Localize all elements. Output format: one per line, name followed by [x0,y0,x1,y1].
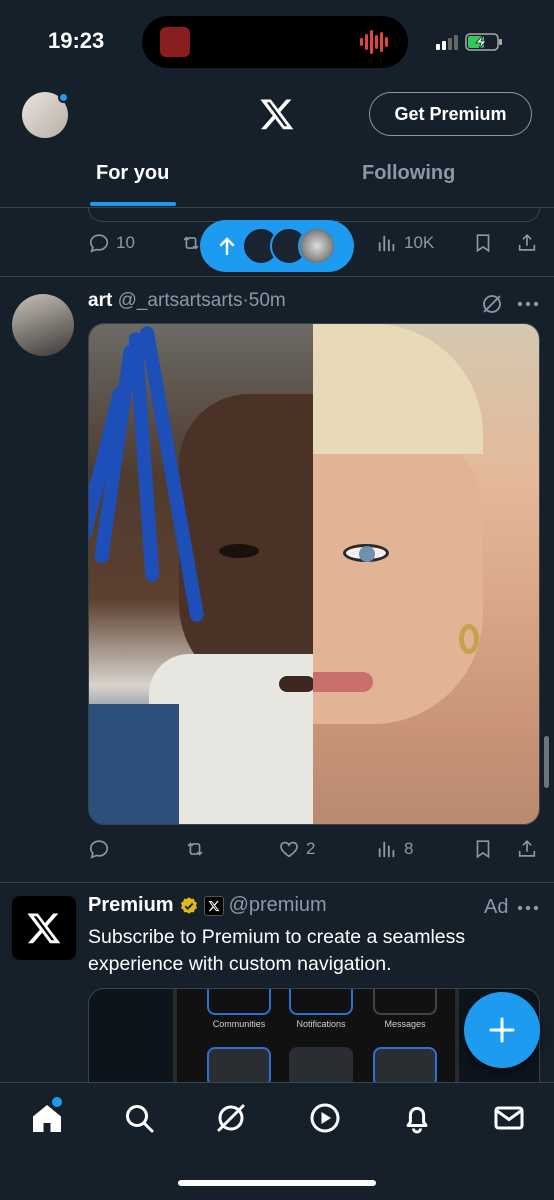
home-indicator[interactable] [178,1180,376,1186]
views-count: 8 [404,839,414,858]
tweet-author-avatar[interactable] [12,294,74,356]
tweet-author-handle[interactable]: @_artsartsarts [118,290,243,311]
eye-left [219,544,259,558]
ad-text: Subscribe to Premium to create a seamles… [88,926,466,975]
top-header: Get Premium For you Following [0,84,554,208]
feed-divider [0,276,554,277]
dynamic-island[interactable] [142,16,408,68]
status-bar: 19:23 [0,0,554,84]
like-count: 2 [306,839,316,858]
like-icon [280,841,298,858]
now-playing-artwork [160,27,190,57]
tab-following[interactable]: Following [362,162,455,185]
x-logo-icon [27,913,61,944]
tweet-header: art @_artsartsarts·50m [88,290,286,312]
search-icon [126,1105,154,1133]
ad-author-name[interactable]: Premium [88,894,174,917]
video-icon [310,1103,340,1133]
mock-tile [373,1047,437,1084]
tweet-image[interactable] [88,323,540,825]
bookmark-icon [476,234,490,253]
nav-messages[interactable] [492,1101,526,1135]
views-icon [378,235,395,252]
denim-jacket [89,704,179,824]
status-time: 19:23 [48,28,105,53]
ad-author-handle[interactable]: @premium [229,894,327,917]
lips-left [279,676,315,692]
plus-icon [489,1017,515,1043]
iris-right [359,546,375,562]
image-left-half [89,324,329,824]
tab-for-you[interactable]: For you [96,162,169,185]
bell-icon [406,1106,428,1134]
bookmark-button[interactable] [472,232,494,254]
compose-post-button[interactable] [464,992,540,1068]
face-left [179,394,329,694]
share-button[interactable] [516,232,538,254]
feed-divider [0,882,554,883]
reply-count: 10 [116,233,135,252]
nav-grok[interactable] [214,1101,248,1135]
views-icon [378,841,395,858]
lips-right [313,672,373,692]
nav-notifications[interactable] [400,1101,434,1135]
x-logo-icon[interactable] [259,96,295,132]
mail-icon [494,1106,524,1130]
mock-tile [289,989,353,1015]
arrow-up-icon [219,237,235,256]
retweet-button[interactable] [184,838,206,860]
mock-tile [373,989,437,1015]
mock-tile [207,1047,271,1084]
reply-button[interactable] [88,838,110,860]
ad-header: Premium @premium [88,894,327,917]
notification-dot [58,92,69,103]
tweet-timestamp[interactable]: 50m [249,290,286,311]
gold-earring [459,624,479,654]
retweet-button[interactable] [180,232,202,254]
status-icons [436,33,502,51]
nav-video[interactable] [308,1101,342,1135]
verified-badge-icon [180,896,197,914]
mock-tile [289,1047,353,1084]
phone-mockup: Communities Notifications Messages [173,989,459,1084]
audio-waveform-icon [360,30,388,54]
blonde-hair [313,324,483,454]
share-icon [518,234,536,251]
ad-label: Ad [484,896,509,918]
more-icon[interactable] [516,300,540,308]
share-icon [518,840,536,857]
grok-nav-icon [217,1104,245,1132]
new-post-avatar [298,227,336,265]
new-posts-pill[interactable] [200,220,354,272]
mock-label-notifications: Notifications [296,1019,346,1029]
premium-avatar[interactable] [12,896,76,960]
bookmark-button[interactable] [472,838,494,860]
x-affiliate-badge-icon [203,895,224,916]
reply-icon [89,840,109,859]
more-icon[interactable] [516,904,540,912]
views-button[interactable]: 8 [376,838,413,860]
tweet-author-name[interactable]: art [88,290,112,311]
active-tab-indicator [90,202,176,206]
home-notification-dot [52,1097,62,1107]
nav-search[interactable] [122,1101,156,1135]
get-premium-button[interactable]: Get Premium [369,92,532,136]
views-count: 10K [404,233,435,252]
mock-label-communities: Communities [212,1019,266,1029]
mock-tile [207,989,271,1015]
reply-icon [89,234,109,253]
tweet-actions: 2 8 [88,838,540,866]
retweet-icon [183,236,199,250]
retweet-icon [187,842,203,856]
mock-label-messages: Messages [384,1019,426,1029]
reply-button[interactable]: 10 [88,232,135,254]
share-button[interactable] [516,838,538,860]
image-right-half [313,324,539,824]
scrollbar[interactable] [544,736,549,788]
grok-icon[interactable] [480,292,504,316]
views-button[interactable]: 10K [376,232,434,254]
like-button[interactable]: 2 [278,838,315,860]
bookmark-icon [476,840,490,859]
